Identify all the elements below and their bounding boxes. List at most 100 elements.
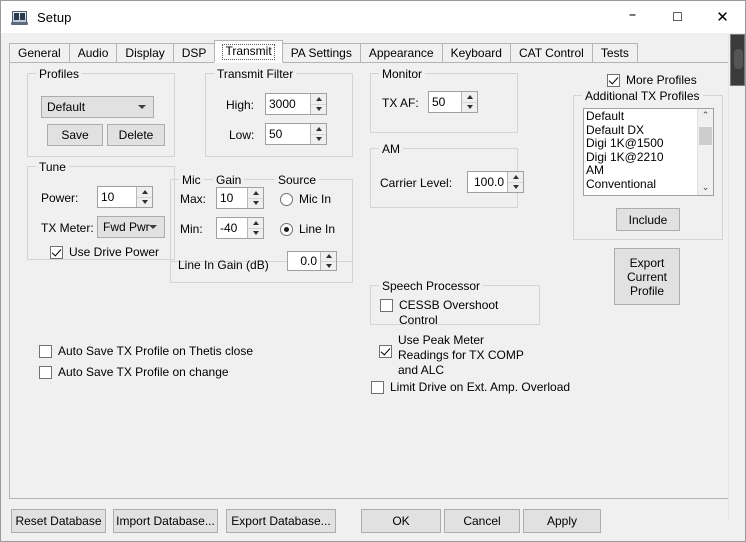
more-profiles-checkbox[interactable]: More Profiles [607,73,697,88]
spinner-up-icon[interactable] [462,92,477,103]
profile-list-items: Default Default DX Digi 1K@1500 Digi 1K@… [584,109,697,195]
list-item[interactable]: Default [586,109,697,124]
checkbox-box [371,381,384,394]
auto-save-on-change-checkbox[interactable]: Auto Save TX Profile on change [39,365,229,380]
additional-tx-profiles-list[interactable]: Default Default DX Digi 1K@1500 Digi 1K@… [583,108,714,196]
auto-save-on-close-label: Auto Save TX Profile on Thetis close [58,344,253,358]
reset-database-button[interactable]: Reset Database [11,509,106,533]
am-caption: AM [379,142,403,156]
tx-af-value: 50 [432,95,446,109]
window-scrollbar-thumb[interactable] [730,34,745,86]
spinner-down-icon[interactable] [311,104,326,114]
monitor-caption: Monitor [379,67,426,81]
filter-high-value: 3000 [269,97,296,111]
apply-button[interactable]: Apply [523,509,601,533]
dialog-button-bar: Reset Database Import Database... Export… [1,501,745,541]
close-button[interactable]: ✕ [700,1,745,33]
speech-processor-group: Speech Processor CESSB Overshoot Control [370,279,540,328]
include-button[interactable]: Include [616,208,680,231]
auto-save-on-close-checkbox[interactable]: Auto Save TX Profile on Thetis close [39,344,253,359]
setup-window: Setup – ☐ ✕ General Audio Display DSP Tr… [0,0,746,542]
tab-label: Keyboard [450,46,502,60]
spinner-down-icon[interactable] [462,102,477,112]
scroll-up-icon[interactable]: ⌃ [698,109,713,123]
spinner-up-icon[interactable] [508,172,523,183]
window-scrollbar[interactable] [728,34,745,520]
tune-power-spinner[interactable] [136,187,152,207]
tab-keyboard[interactable]: Keyboard [441,43,511,63]
filter-high-input[interactable]: 3000 [265,93,327,115]
spinner-up-icon[interactable] [311,94,326,105]
carrier-level-value: 100.0 [473,175,504,189]
delete-profile-button[interactable]: Delete [107,124,165,146]
filter-high-spinner[interactable] [310,94,326,114]
cessb-overshoot-checkbox[interactable]: CESSB Overshoot Control [380,298,539,328]
speech-processor-caption: Speech Processor [379,279,484,293]
tab-label: PA Settings [290,46,352,60]
peak-meter-label: Use Peak Meter Readings for TX COMP and … [398,333,524,377]
tab-dsp[interactable]: DSP [172,43,216,63]
carrier-level-label: Carrier Level: [380,176,453,190]
profile-select-value: Default [47,100,86,114]
peak-meter-checkbox[interactable]: Use Peak Meter Readings for TX COMP and … [379,333,559,378]
tab-display[interactable]: Display [116,43,174,63]
list-item[interactable]: Conventional [586,177,697,192]
list-item[interactable]: Default DX [586,123,697,138]
title-bar: Setup – ☐ ✕ [1,1,745,33]
filter-low-label: Low: [229,128,255,142]
tab-audio[interactable]: Audio [68,43,118,63]
carrier-level-input[interactable]: 100.0 [467,171,524,193]
am-group: AM Carrier Level: 100.0 [370,142,524,208]
tx-af-input[interactable]: 50 [428,91,478,113]
profile-list-scrollbar[interactable]: ⌃ ⌄ [697,109,713,195]
tune-power-input[interactable]: 10 [97,186,153,208]
tab-transmit[interactable]: Transmit [214,40,283,63]
maximize-button[interactable]: ☐ [655,1,700,33]
tx-meter-select[interactable]: Fwd Pwr [97,216,165,238]
maximize-icon: ☐ [672,10,683,24]
export-current-profile-button[interactable]: Export Current Profile [614,248,680,305]
spinner-down-icon[interactable] [311,134,326,144]
ok-button[interactable]: OK [361,509,441,533]
scroll-down-icon[interactable]: ⌄ [698,181,713,195]
spinner-down-icon[interactable] [508,182,523,192]
tab-pa-settings[interactable]: PA Settings [281,43,361,63]
tab-cat-control[interactable]: CAT Control [509,43,593,63]
filter-low-input[interactable]: 50 [265,123,327,145]
import-database-button[interactable]: Import Database... [113,509,218,533]
tune-power-label: Power: [41,191,79,205]
export-database-button[interactable]: Export Database... [226,509,336,533]
spinner-up-icon[interactable] [137,187,152,198]
limit-drive-label: Limit Drive on Ext. Amp. Overload [390,380,571,394]
profile-select[interactable]: Default [41,96,154,118]
limit-drive-checkbox[interactable]: Limit Drive on Ext. Amp. Overload [371,380,570,395]
filter-low-spinner[interactable] [310,124,326,144]
tx-meter-value: Fwd Pwr [103,220,150,234]
checkbox-box [607,74,620,87]
close-icon: ✕ [716,7,729,26]
list-item[interactable]: AM [586,164,697,178]
save-profile-button[interactable]: Save [47,124,103,146]
tx-af-spinner[interactable] [461,92,477,112]
tune-group-caption: Tune [36,160,69,174]
window-title: Setup [37,9,72,25]
spinner-down-icon[interactable] [137,197,152,207]
list-item[interactable]: Digi 1K@2210 [586,150,697,165]
list-item[interactable]: Digi 1K@1500 [586,137,697,151]
scrollbar-thumb[interactable] [699,127,712,145]
carrier-level-spinner[interactable] [507,172,523,192]
tab-appearance[interactable]: Appearance [359,43,443,63]
spinner-up-icon[interactable] [311,124,326,135]
cancel-button[interactable]: Cancel [444,509,520,533]
minimize-button[interactable]: – [610,1,655,33]
filter-high-label: High: [226,98,255,112]
chevron-down-icon [138,105,146,109]
tab-label: Display [125,46,165,60]
tab-general[interactable]: General [9,43,70,63]
transmit-tab-page: Profiles Default Save Delete Tune Power:… [9,62,738,499]
checkbox-box [50,246,63,259]
tab-tests[interactable]: Tests [591,43,638,63]
auto-save-on-change-label: Auto Save TX Profile on change [58,365,229,379]
use-drive-power-checkbox[interactable]: Use Drive Power [50,245,159,260]
tx-meter-label: TX Meter: [41,221,94,235]
